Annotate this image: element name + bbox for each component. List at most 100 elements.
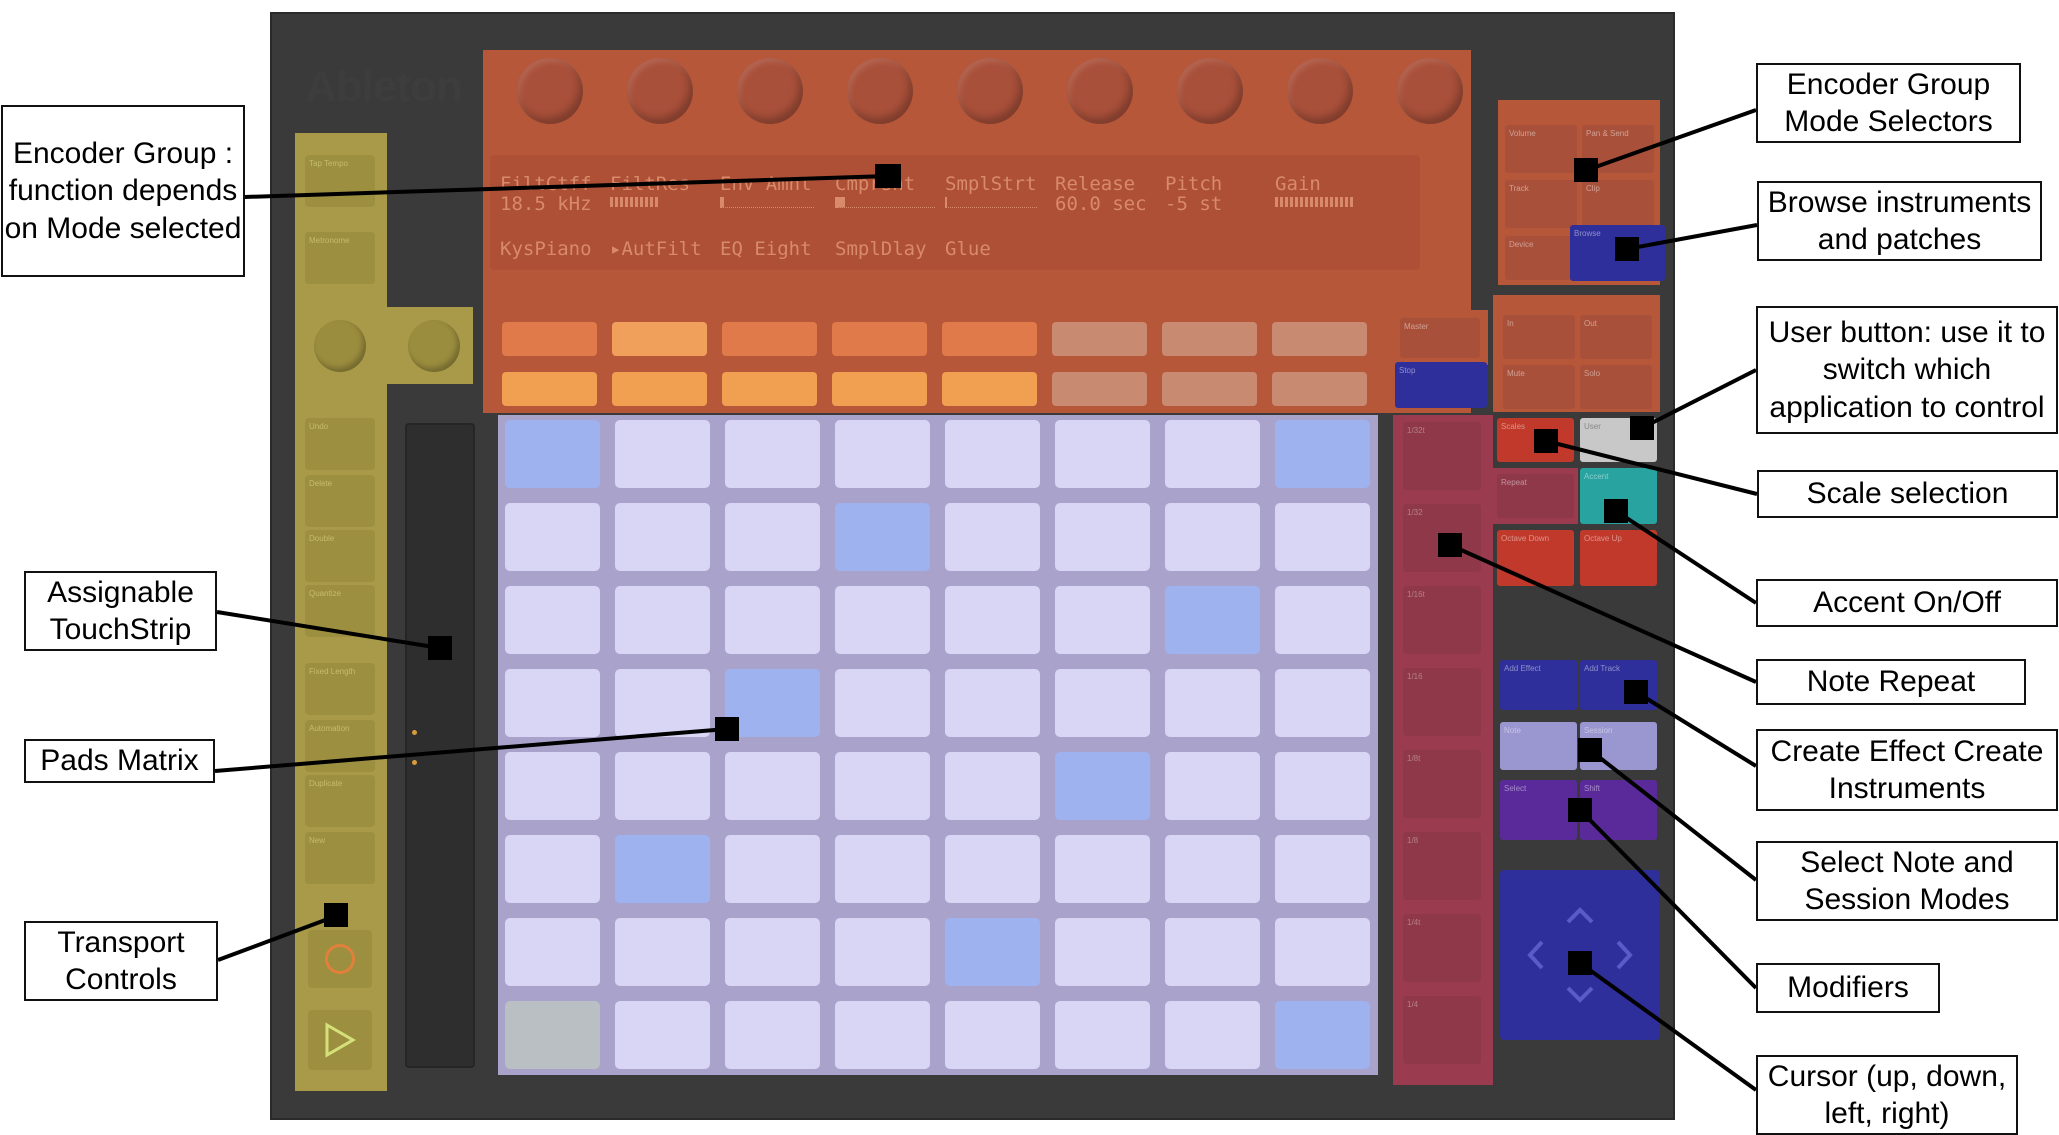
pad[interactable]: [725, 586, 820, 654]
pad[interactable]: [505, 918, 600, 986]
track-select-button[interactable]: [1162, 322, 1257, 356]
track-select-button[interactable]: [942, 322, 1037, 356]
pad[interactable]: [505, 586, 600, 654]
pad[interactable]: [1275, 918, 1370, 986]
pad[interactable]: [1055, 586, 1150, 654]
play-button[interactable]: [308, 1010, 372, 1070]
encoder-knob[interactable]: [517, 58, 583, 124]
pad[interactable]: [835, 918, 930, 986]
pad[interactable]: [725, 918, 820, 986]
scene-button[interactable]: 1/16t: [1403, 586, 1481, 654]
encoder-knob[interactable]: [1397, 58, 1463, 124]
side-button-undo[interactable]: Undo: [305, 418, 375, 470]
pad[interactable]: [1275, 586, 1370, 654]
pad[interactable]: [1165, 1001, 1260, 1069]
track-state-button[interactable]: [942, 372, 1037, 406]
pad[interactable]: [945, 752, 1040, 820]
pad[interactable]: [1275, 503, 1370, 571]
pad[interactable]: [615, 1001, 710, 1069]
octave-up-button[interactable]: Octave Up: [1580, 530, 1657, 586]
scene-button[interactable]: 1/8: [1403, 832, 1481, 900]
scales-button[interactable]: Scales: [1497, 418, 1574, 462]
add-track-button[interactable]: Add Track: [1580, 660, 1657, 710]
side-button-delete[interactable]: Delete: [305, 475, 375, 527]
pad[interactable]: [725, 420, 820, 488]
track-select-button[interactable]: [1272, 322, 1367, 356]
scene-button[interactable]: 1/4: [1403, 996, 1481, 1064]
accent-button[interactable]: Accent: [1580, 468, 1657, 524]
scene-button[interactable]: 1/4t: [1403, 914, 1481, 982]
pad[interactable]: [835, 586, 930, 654]
pad[interactable]: [725, 752, 820, 820]
pad[interactable]: [835, 420, 930, 488]
track-select-button[interactable]: [502, 322, 597, 356]
track-select-button[interactable]: [722, 322, 817, 356]
encoder-knob[interactable]: [847, 58, 913, 124]
device-button[interactable]: Device: [1505, 236, 1577, 280]
side-button-new[interactable]: New: [305, 832, 375, 884]
pad[interactable]: [1055, 503, 1150, 571]
pad[interactable]: [615, 420, 710, 488]
scene-button[interactable]: 1/32t: [1403, 422, 1481, 490]
pad[interactable]: [835, 503, 930, 571]
pad[interactable]: [1275, 752, 1370, 820]
encoder-knob[interactable]: [1067, 58, 1133, 124]
pad[interactable]: [505, 752, 600, 820]
pad[interactable]: [945, 420, 1040, 488]
pad[interactable]: [1165, 586, 1260, 654]
pad[interactable]: [725, 669, 820, 737]
pad[interactable]: [1055, 918, 1150, 986]
pad[interactable]: [615, 669, 710, 737]
side-button-automation[interactable]: Automation: [305, 720, 375, 772]
side-button-double[interactable]: Double: [305, 530, 375, 582]
encoder-knob[interactable]: [737, 58, 803, 124]
swing-knob[interactable]: [408, 320, 460, 372]
add-effect-button[interactable]: Add Effect: [1500, 660, 1577, 710]
mute-button[interactable]: Mute: [1503, 365, 1575, 409]
stop-button[interactable]: Stop: [1395, 362, 1487, 408]
pad[interactable]: [945, 503, 1040, 571]
pad[interactable]: [505, 503, 600, 571]
pad[interactable]: [615, 586, 710, 654]
session-button[interactable]: Session: [1580, 722, 1657, 770]
pad[interactable]: [1165, 420, 1260, 488]
tempo-knob[interactable]: [314, 320, 366, 372]
encoder-knob[interactable]: [627, 58, 693, 124]
pad[interactable]: [1275, 669, 1370, 737]
master-button[interactable]: Master: [1400, 318, 1480, 358]
pad[interactable]: [725, 1001, 820, 1069]
scene-button[interactable]: 1/8t: [1403, 750, 1481, 818]
volume-button[interactable]: Volume: [1505, 125, 1577, 173]
track-select-button[interactable]: [832, 322, 927, 356]
side-button-duplicate[interactable]: Duplicate: [305, 775, 375, 827]
pad[interactable]: [945, 835, 1040, 903]
out-button[interactable]: Out: [1580, 315, 1652, 359]
track-button[interactable]: Track: [1505, 180, 1577, 228]
encoder-knob[interactable]: [1287, 58, 1353, 124]
pad[interactable]: [1165, 503, 1260, 571]
pad[interactable]: [835, 835, 930, 903]
pad[interactable]: [725, 503, 820, 571]
record-button[interactable]: [308, 930, 372, 988]
pad[interactable]: [1055, 1001, 1150, 1069]
encoder-knob[interactable]: [1177, 58, 1243, 124]
pad[interactable]: [1275, 1001, 1370, 1069]
track-select-button[interactable]: [1052, 322, 1147, 356]
side-button-metronome[interactable]: Metronome: [305, 232, 375, 284]
scene-button[interactable]: 1/16: [1403, 668, 1481, 736]
track-state-button[interactable]: [612, 372, 707, 406]
touchstrip[interactable]: [405, 423, 475, 1068]
pad[interactable]: [505, 1001, 600, 1069]
track-state-button[interactable]: [1162, 372, 1257, 406]
shift-button[interactable]: Shift: [1580, 780, 1657, 840]
track-select-button[interactable]: [612, 322, 707, 356]
clip-button[interactable]: Clip: [1582, 180, 1654, 228]
solo-button[interactable]: Solo: [1580, 365, 1652, 409]
in-button[interactable]: In: [1503, 315, 1575, 359]
repeat-button[interactable]: Repeat: [1497, 474, 1574, 518]
pad[interactable]: [1055, 752, 1150, 820]
octave-down-button[interactable]: Octave Down: [1497, 530, 1574, 586]
pad[interactable]: [725, 835, 820, 903]
browse-button[interactable]: Browse: [1570, 225, 1665, 281]
encoder-knob[interactable]: [957, 58, 1023, 124]
